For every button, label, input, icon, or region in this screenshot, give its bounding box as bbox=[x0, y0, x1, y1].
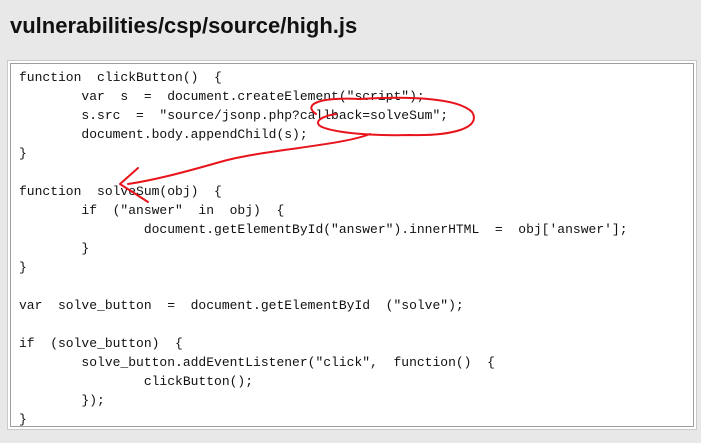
code-line-5: } bbox=[19, 146, 27, 161]
code-line-9: document.getElementById("answer").innerH… bbox=[19, 222, 628, 237]
code-line-8: if ("answer" in obj) { bbox=[19, 203, 285, 218]
code-panel: function clickButton() { var s = documen… bbox=[7, 60, 697, 430]
code-line-3: s.src = "source/jsonp.php?callback=solve… bbox=[19, 108, 449, 123]
code-line-16: solve_button.addEventListener("click", f… bbox=[19, 355, 495, 370]
code-line-4: document.body.appendChild(s); bbox=[19, 127, 308, 142]
code-line-13: var solve_button = document.getElementBy… bbox=[19, 298, 464, 313]
code-block: function clickButton() { var s = documen… bbox=[10, 63, 694, 427]
code-line-10: } bbox=[19, 241, 90, 256]
code-line-7: function solveSum(obj) { bbox=[19, 184, 222, 199]
code-line-1: function clickButton() { bbox=[19, 70, 222, 85]
code-line-15: if (solve_button) { bbox=[19, 336, 183, 351]
code-line-17: clickButton(); bbox=[19, 374, 254, 389]
code-line-2: var s = document.createElement("script")… bbox=[19, 89, 425, 104]
code-line-11: } bbox=[19, 260, 27, 275]
file-path-title: vulnerabilities/csp/source/high.js bbox=[10, 13, 358, 38]
code-line-19: } bbox=[19, 412, 27, 427]
code-line-18: }); bbox=[19, 393, 105, 408]
